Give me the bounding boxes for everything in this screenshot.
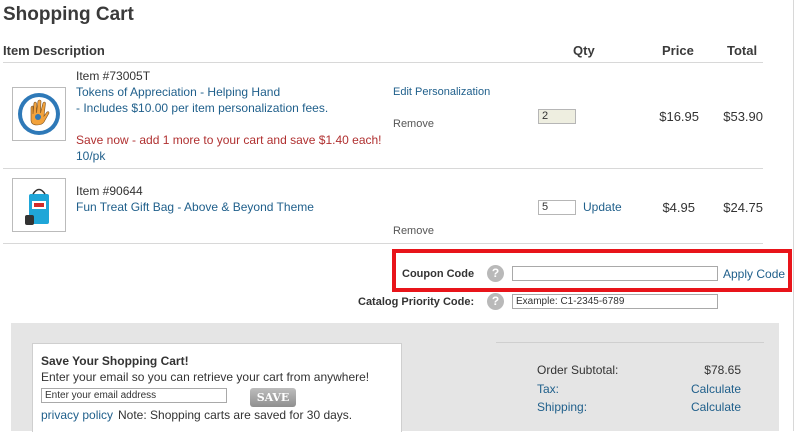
item-divider xyxy=(3,243,763,244)
helping-hand-image-icon xyxy=(18,93,60,135)
remove-item-link[interactable]: Remove xyxy=(393,118,434,130)
order-subtotal-label: Order Subtotal: xyxy=(537,363,619,377)
personalization-fee-note: - Includes $10.00 per item personalizati… xyxy=(76,101,329,115)
header-qty: Qty xyxy=(573,43,595,58)
quantity-field[interactable]: 2 xyxy=(538,109,576,124)
product-name-link[interactable]: Tokens of Appreciation - Helping Hand xyxy=(76,85,280,99)
quantity-field[interactable]: 5 xyxy=(538,200,576,215)
calculate-tax-link[interactable]: Calculate xyxy=(640,382,741,396)
product-thumbnail-gift-bag[interactable] xyxy=(12,178,66,232)
tax-label: Tax: xyxy=(537,382,560,396)
edit-personalization-link[interactable]: Edit Personalization xyxy=(393,86,490,98)
item-divider xyxy=(3,168,763,169)
order-subtotal-value: $78.65 xyxy=(704,363,741,377)
save-cart-description: Enter your email so you can retrieve you… xyxy=(41,370,370,384)
summary-divider xyxy=(496,342,764,343)
item-price: $16.95 xyxy=(659,109,699,124)
page-title: Shopping Cart xyxy=(3,4,134,25)
item-number: Item #90644 xyxy=(76,184,143,198)
header-divider xyxy=(3,62,763,63)
coupon-code-input[interactable] xyxy=(512,266,718,281)
save-cart-button[interactable]: SAVE xyxy=(250,388,296,407)
update-quantity-link[interactable]: Update xyxy=(583,200,622,214)
item-price: $4.95 xyxy=(662,200,695,215)
save-cart-note: Note: Shopping carts are saved for 30 da… xyxy=(118,408,353,422)
header-item-description: Item Description xyxy=(3,43,105,58)
catalog-priority-label: Catalog Priority Code: xyxy=(358,296,475,308)
save-cart-title: Save Your Shopping Cart! xyxy=(41,354,189,368)
header-total: Total xyxy=(727,43,758,58)
header-price: Price xyxy=(662,43,694,58)
item-total: $24.75 xyxy=(723,200,763,215)
save-cart-email-input[interactable]: Enter your email address xyxy=(41,388,227,403)
apply-code-link[interactable]: Apply Code xyxy=(723,267,785,281)
product-name-link[interactable]: Fun Treat Gift Bag - Above & Beyond Them… xyxy=(76,200,314,214)
product-thumbnail-helping-hand[interactable] xyxy=(12,87,66,141)
coupon-code-label: Coupon Code xyxy=(402,268,475,280)
page-edge xyxy=(793,0,794,431)
shipping-label: Shipping: xyxy=(537,400,588,414)
coupon-help-icon[interactable]: ? xyxy=(487,265,504,282)
gift-bag-image-icon xyxy=(25,188,49,225)
calculate-shipping-link[interactable]: Calculate xyxy=(640,400,741,414)
pack-size: 10/pk xyxy=(76,149,106,163)
item-total: $53.90 xyxy=(723,109,763,124)
remove-item-link[interactable]: Remove xyxy=(393,225,434,237)
catalog-priority-input[interactable]: Example: C1-2345-6789 xyxy=(512,294,718,309)
promo-message: Save now - add 1 more to your cart and s… xyxy=(76,133,382,147)
item-number: Item #73005T xyxy=(76,69,151,83)
catalog-help-icon[interactable]: ? xyxy=(487,293,504,310)
privacy-policy-link[interactable]: privacy policy xyxy=(41,408,113,422)
